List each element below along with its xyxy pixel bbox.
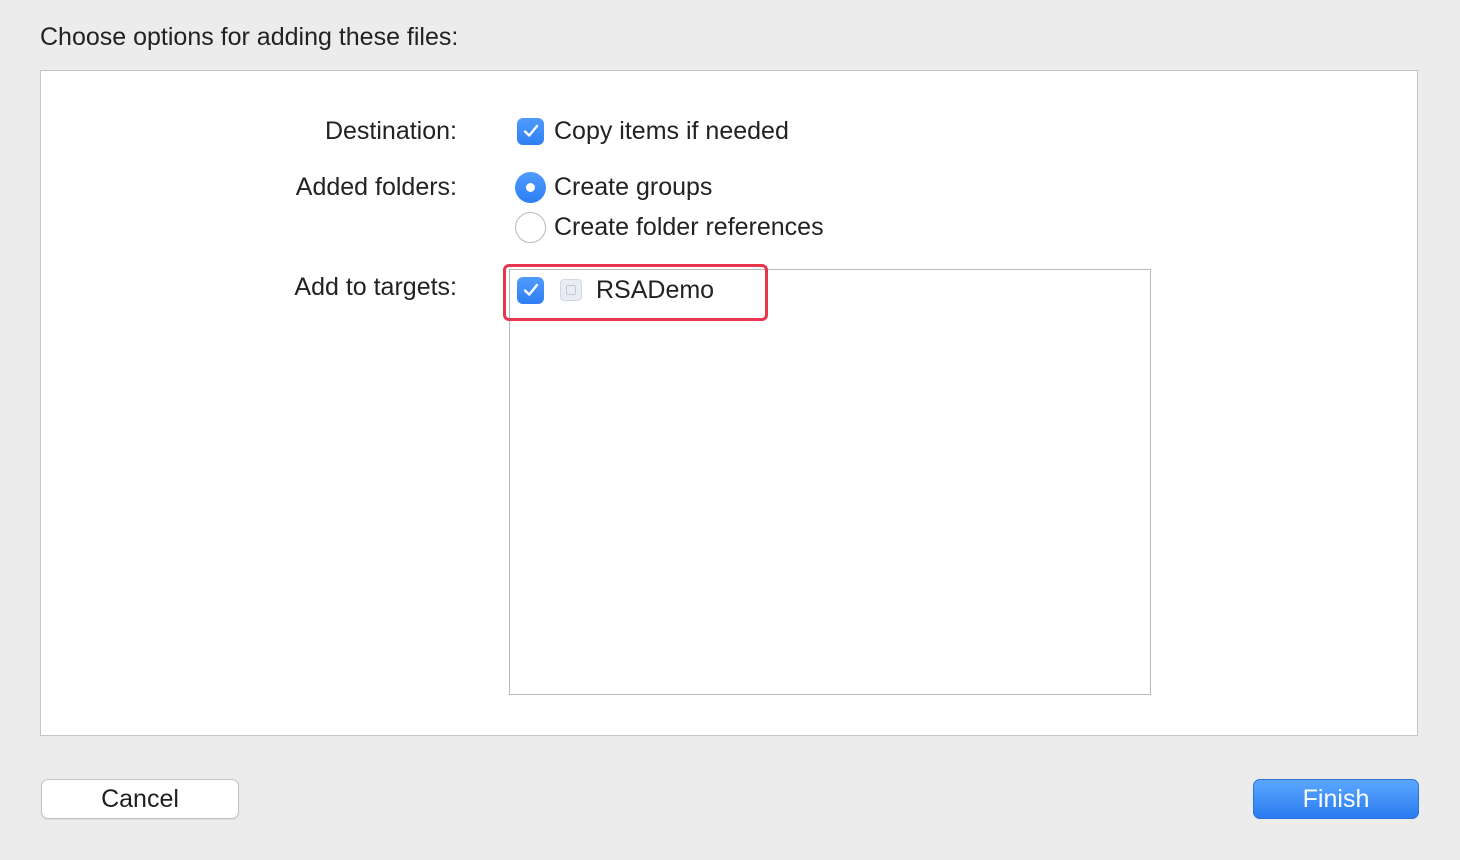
finish-button[interactable]: Finish: [1253, 779, 1419, 819]
annotation-highlight-box: [503, 264, 768, 321]
create-folder-references-radio[interactable]: [515, 211, 546, 243]
add-to-targets-label: Add to targets:: [294, 273, 457, 301]
create-folder-references-option[interactable]: Create folder references: [515, 210, 824, 244]
added-folders-label: Added folders:: [295, 173, 457, 201]
dialog-heading: Choose options for adding these files:: [40, 23, 459, 51]
checkmark-icon: [523, 124, 538, 137]
options-panel: Destination: Copy items if needed Added …: [40, 70, 1418, 736]
cancel-button[interactable]: Cancel: [41, 779, 239, 819]
create-folder-references-label: Create folder references: [554, 213, 824, 241]
copy-items-label: Copy items if needed: [554, 117, 789, 145]
copy-items-checkbox[interactable]: [517, 117, 544, 145]
copy-items-option[interactable]: Copy items if needed: [517, 114, 789, 148]
destination-label: Destination:: [324, 117, 457, 145]
create-groups-radio[interactable]: [515, 171, 546, 203]
create-groups-label: Create groups: [554, 173, 713, 201]
targets-list[interactable]: [509, 269, 1151, 695]
create-groups-option[interactable]: Create groups: [515, 170, 712, 204]
